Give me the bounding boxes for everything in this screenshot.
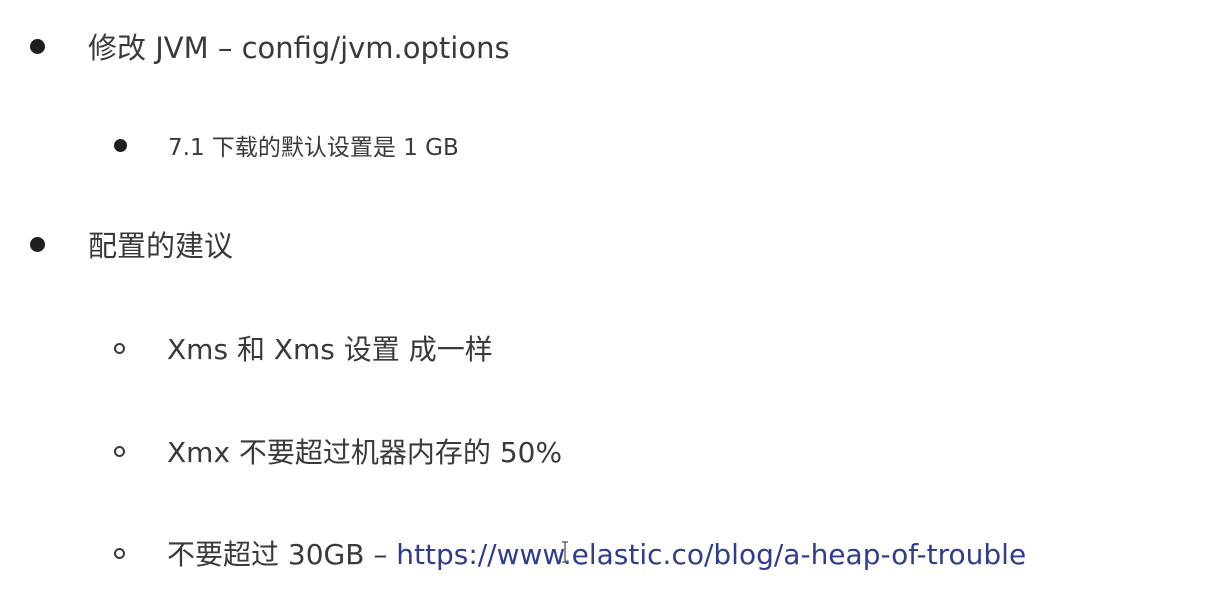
disc-bullet-icon [30,38,45,54]
item-text: 7.1 下载的默认设置是 1 GB [168,135,459,161]
slide: 修改 JVM – config/jvm.options 7.1 下载的默认设置是… [0,0,1205,591]
circle-bullet-icon [114,547,125,559]
item-text: 配置的建议 [88,229,234,263]
item-text: Xmx 不要超过机器内存的 50% [167,436,563,469]
bullet-item-5: Xmx 不要超过机器内存的 50% [114,433,562,469]
item-text: Xms 和 Xms 设置 成一样 [167,333,493,366]
text-cursor-icon [562,541,568,563]
bullet-item-3: 配置的建议 [30,226,234,263]
item-text: 不要超过 30GB – https://www.elastic.co/blog/… [167,533,1026,573]
circle-bullet-icon [114,445,125,457]
item-text-prefix: 不要超过 30GB – [167,538,397,571]
item-text: 修改 JVM – config/jvm.options [88,31,510,65]
heap-of-trouble-link[interactable]: https://www.elastic.co/blog/a-heap-of-tr… [396,538,1026,571]
circle-bullet-icon [114,342,125,354]
bullet-item-6: 不要超过 30GB – https://www.elastic.co/blog/… [114,535,1026,571]
disc-bullet-icon [30,236,45,252]
bullet-item-2: 7.1 下载的默认设置是 1 GB [114,130,459,161]
bullet-item-1: 修改 JVM – config/jvm.options [30,28,510,65]
bullet-item-4: Xms 和 Xms 设置 成一样 [114,330,493,366]
disc-bullet-icon [114,138,127,152]
